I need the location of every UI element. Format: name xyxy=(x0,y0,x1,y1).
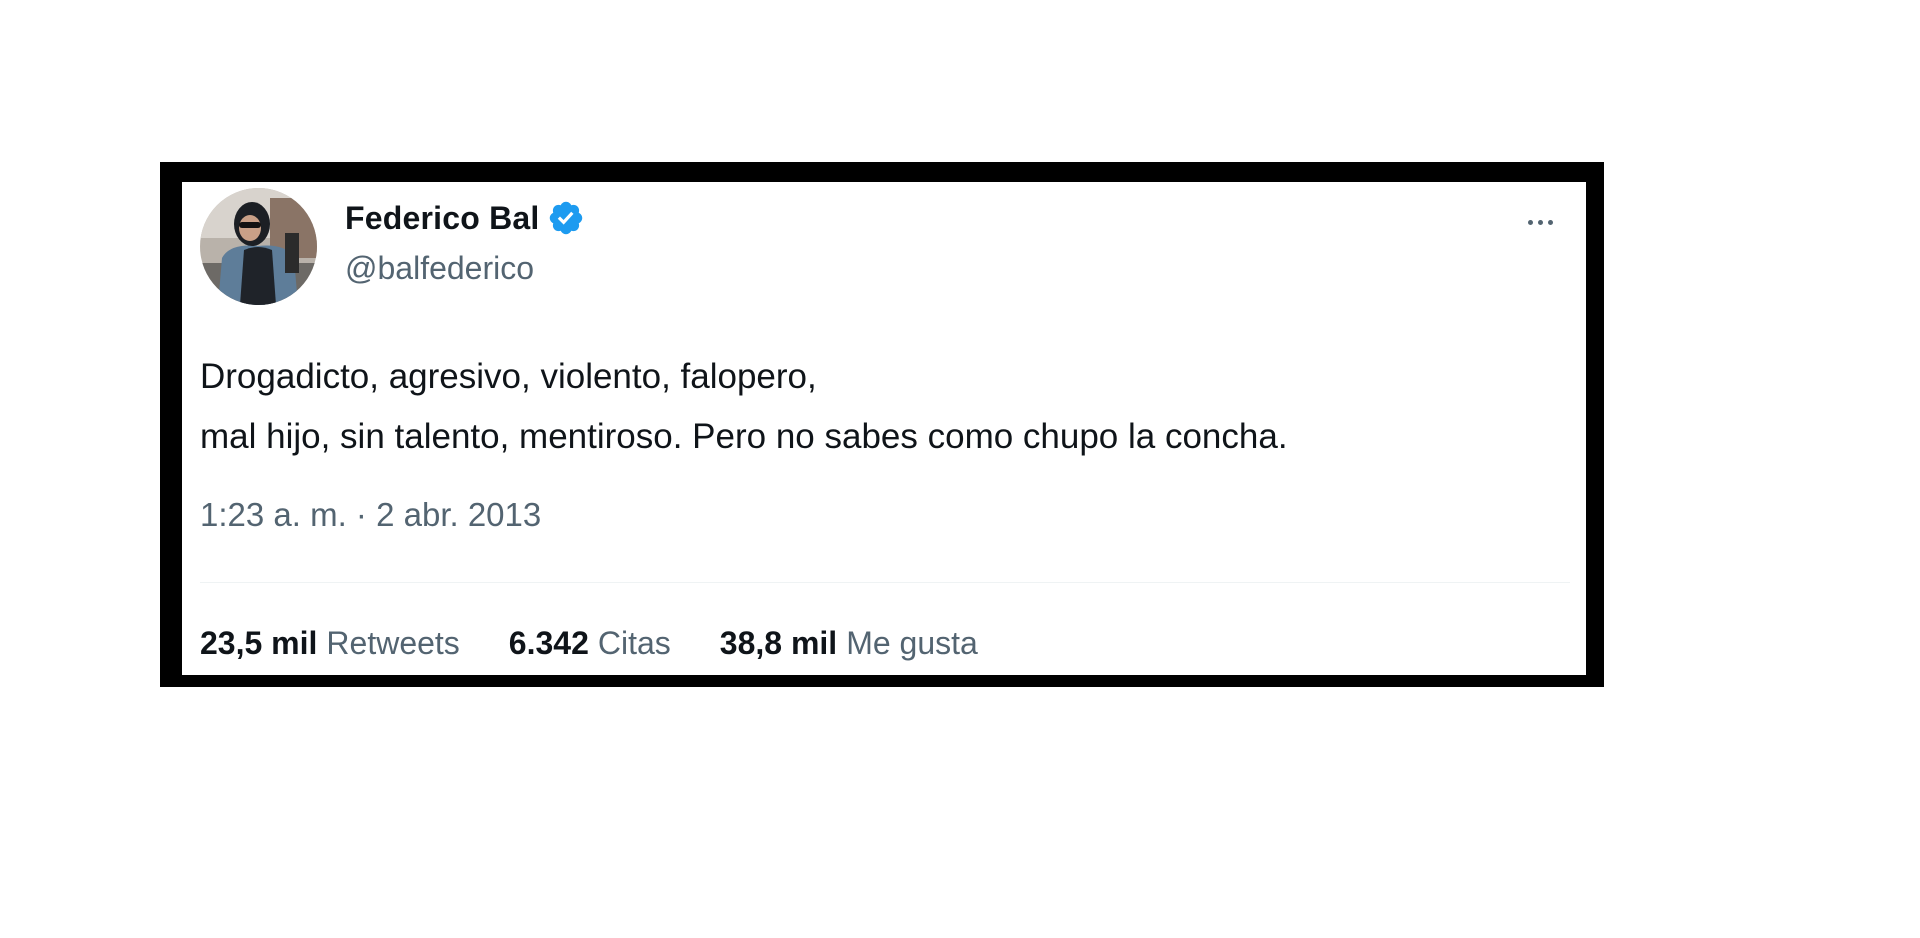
retweets-label: Retweets xyxy=(326,625,460,661)
author-name-row: Federico Bal xyxy=(345,199,585,237)
more-options-button[interactable] xyxy=(1510,202,1570,242)
quotes-label: Citas xyxy=(597,625,671,661)
tweet-timestamp: 1:23 a. m. · 2 abr. 2013 xyxy=(200,496,541,534)
tweet-frame: Federico Bal @balfederico Drogadicto, ag… xyxy=(160,162,1604,687)
tweet-time[interactable]: 1:23 a. m. xyxy=(200,496,347,533)
avatar[interactable] xyxy=(200,188,317,305)
likes-count: 38,8 mil xyxy=(719,625,838,661)
timestamp-separator: · xyxy=(355,496,367,533)
tweet-text: Drogadicto, agresivo, violento, falopero… xyxy=(200,347,1570,467)
quotes-count: 6.342 xyxy=(508,625,589,661)
tweet-card: Federico Bal @balfederico Drogadicto, ag… xyxy=(182,182,1586,675)
author-handle[interactable]: @balfederico xyxy=(345,250,534,287)
retweets-stat[interactable]: 23,5 mil Retweets xyxy=(200,625,460,662)
more-horizontal-icon xyxy=(1527,219,1533,225)
engagement-stats: 23,5 mil Retweets 6.342 Citas 38,8 mil M… xyxy=(200,625,978,662)
avatar-photo xyxy=(200,188,317,305)
tweet-date[interactable]: 2 abr. 2013 xyxy=(376,496,541,533)
verified-badge-icon xyxy=(550,201,583,235)
more-horizontal-icon-dot xyxy=(1547,219,1553,225)
divider xyxy=(200,582,1570,583)
tweet-text-line: mal hijo, sin talento, mentiroso. Pero n… xyxy=(200,417,1288,456)
likes-label: Me gusta xyxy=(846,625,978,661)
tweet-text-line: Drogadicto, agresivo, violento, falopero… xyxy=(200,357,817,396)
more-horizontal-icon-dot xyxy=(1537,219,1543,225)
author-display-name[interactable]: Federico Bal xyxy=(345,200,539,237)
likes-stat[interactable]: 38,8 mil Me gusta xyxy=(720,625,978,662)
retweets-count: 23,5 mil xyxy=(200,625,318,661)
quotes-stat[interactable]: 6.342 Citas xyxy=(509,625,671,662)
